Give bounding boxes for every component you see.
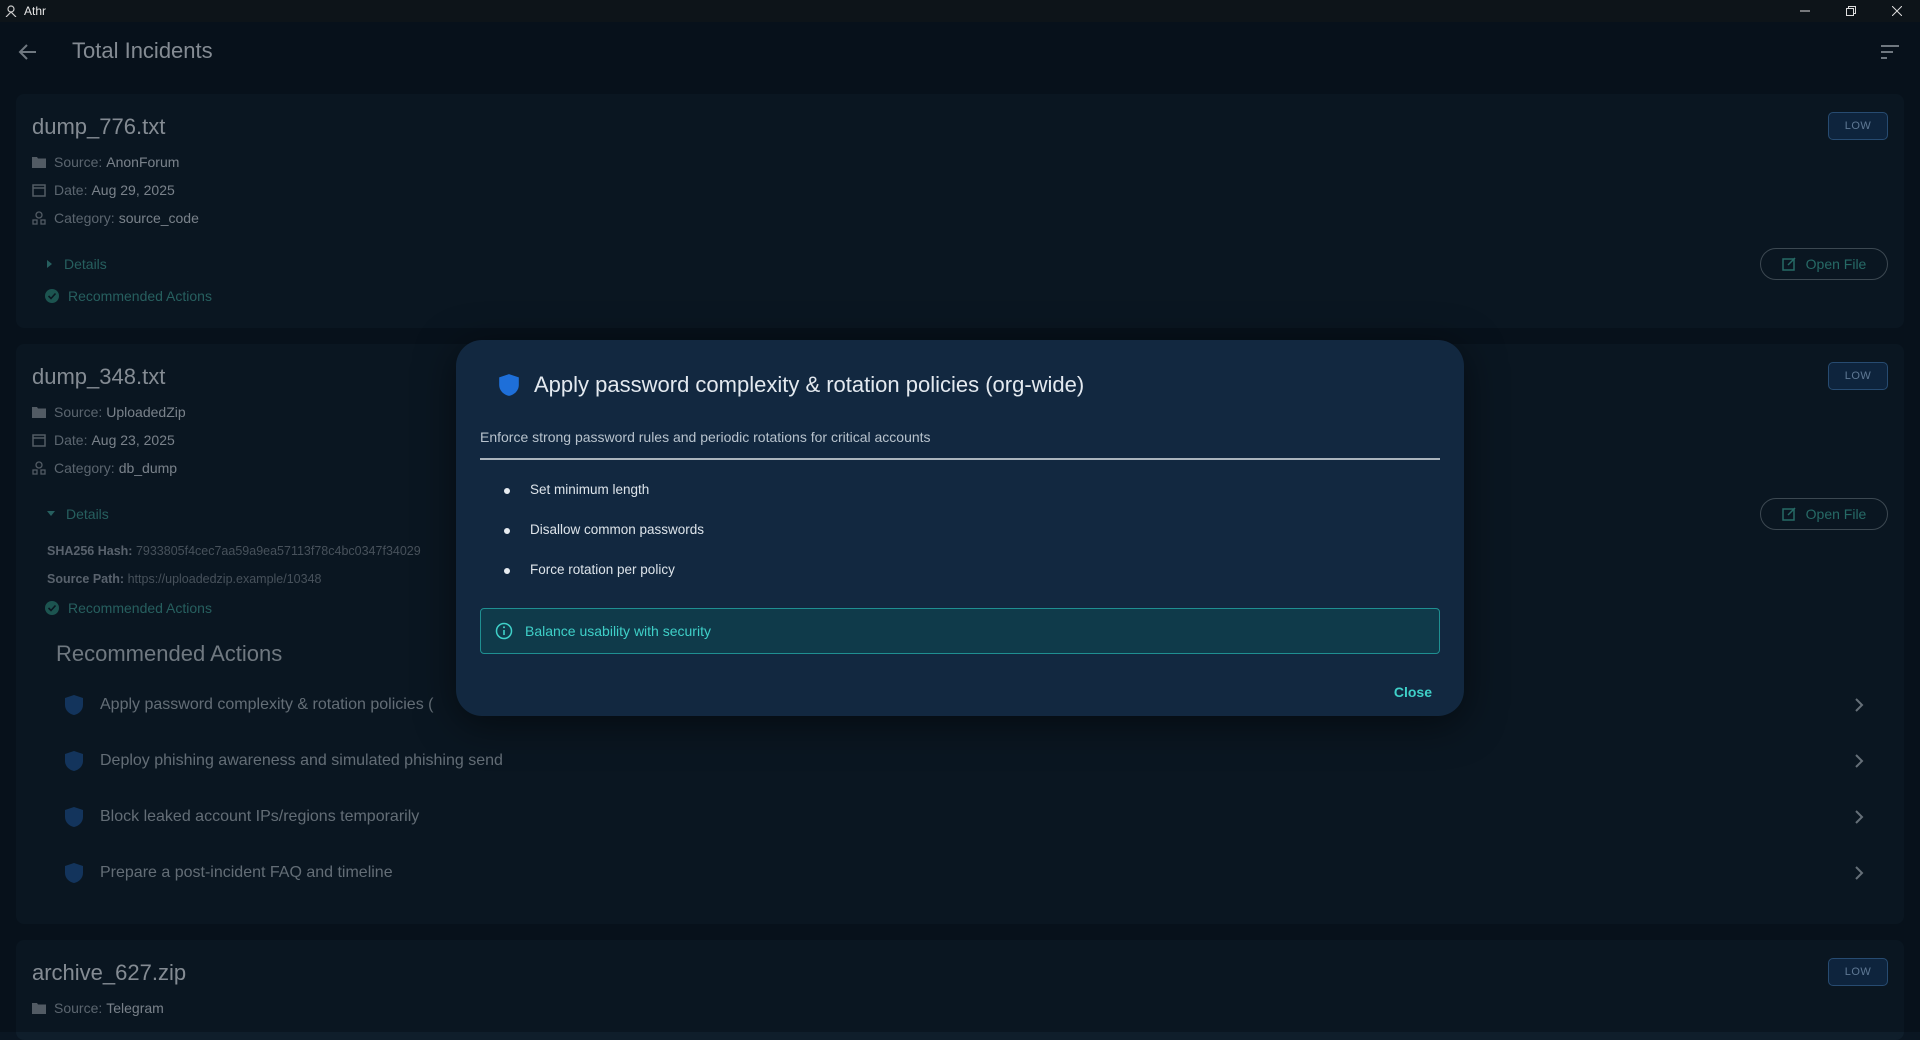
window-titlebar: Athr [0, 0, 1920, 22]
minimize-icon [1800, 10, 1810, 12]
dialog-title-row: Apply password complexity & rotation pol… [498, 372, 1084, 398]
close-icon [1892, 6, 1902, 16]
action-detail-dialog: Apply password complexity & rotation pol… [456, 340, 1464, 716]
bullet-icon [504, 567, 510, 574]
dialog-close-button[interactable]: Close [1394, 684, 1432, 700]
dialog-info-note: Balance usability with security [480, 608, 1440, 654]
info-icon [495, 622, 513, 640]
bullet-icon [504, 487, 510, 494]
bullet-icon [504, 527, 510, 534]
dialog-title: Apply password complexity & rotation pol… [534, 372, 1085, 397]
dialog-subtitle: Enforce strong password rules and period… [480, 429, 931, 445]
dialog-step: Disallow common passwords [504, 522, 704, 537]
shield-icon [499, 374, 519, 396]
close-window-button[interactable] [1874, 0, 1920, 22]
app-logo-icon [4, 4, 18, 18]
window-title: Athr [24, 4, 47, 18]
dialog-step: Force rotation per policy [504, 562, 675, 577]
restore-button[interactable] [1828, 0, 1874, 22]
restore-icon [1846, 6, 1856, 16]
minimize-button[interactable] [1782, 0, 1828, 22]
dialog-divider [480, 458, 1440, 460]
dialog-step: Set minimum length [504, 482, 649, 497]
